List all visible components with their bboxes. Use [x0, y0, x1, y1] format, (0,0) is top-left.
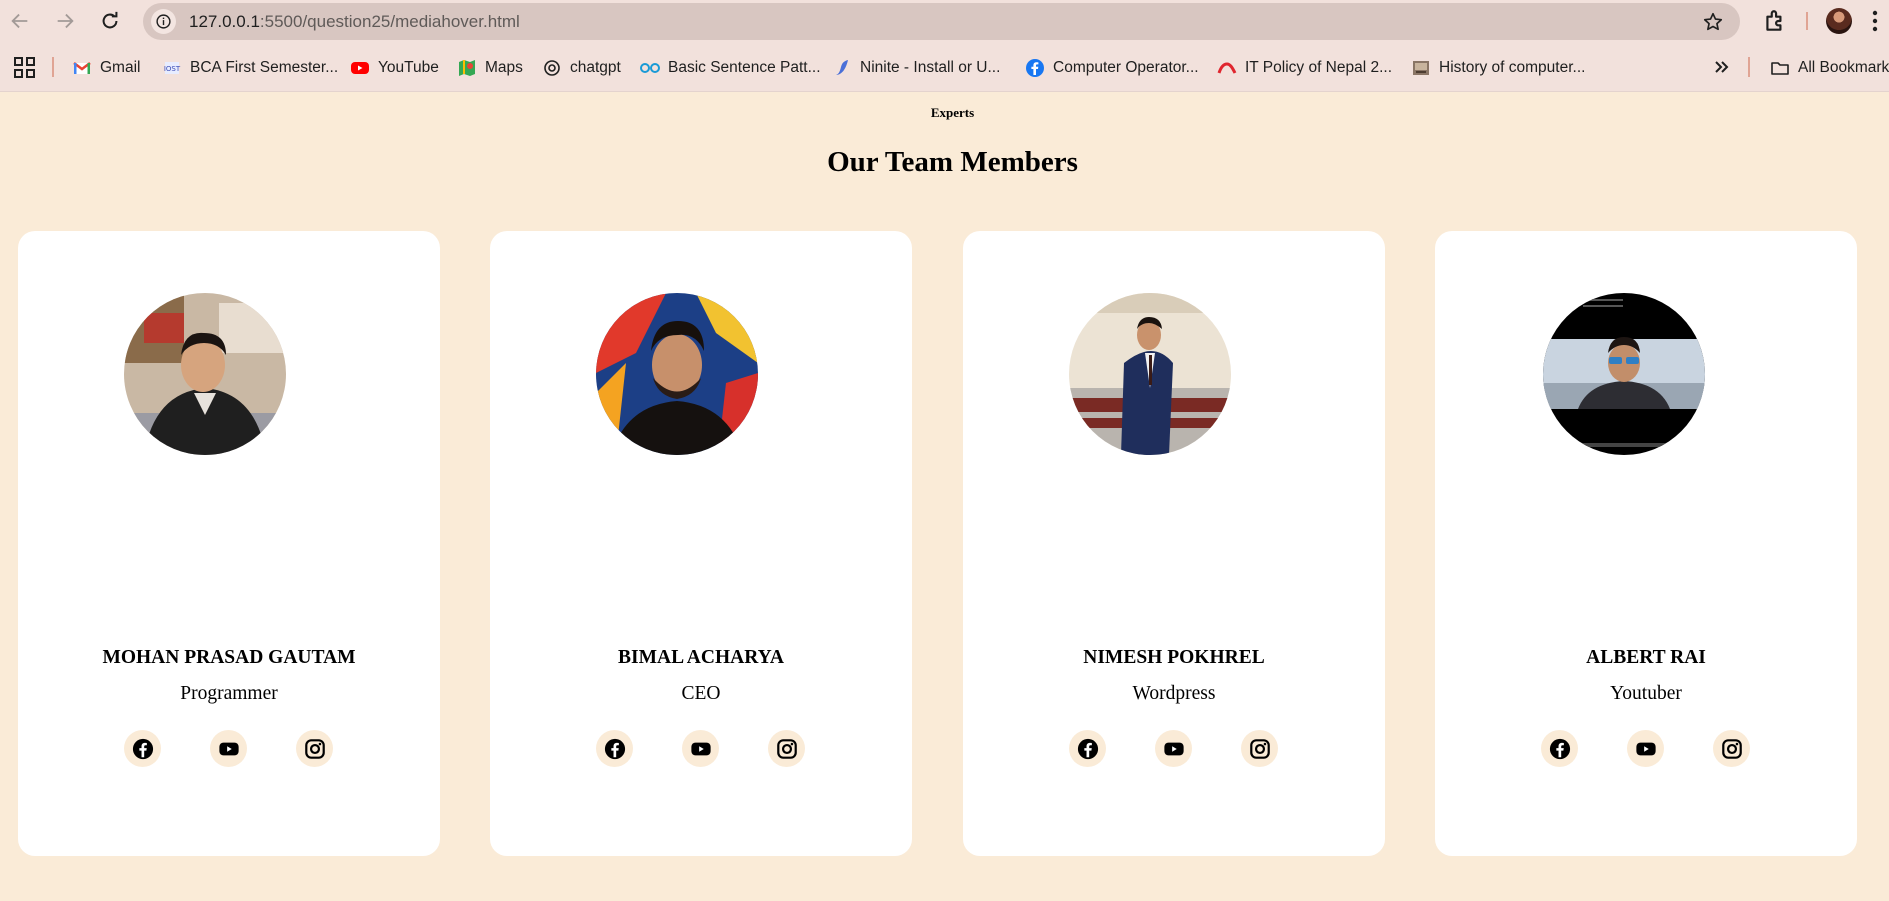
member-photo — [1069, 293, 1231, 455]
facebook-link[interactable] — [1069, 730, 1106, 767]
site-info-icon[interactable] — [151, 9, 176, 34]
extensions-icon[interactable] — [1762, 8, 1788, 34]
all-bookmarks-button[interactable]: All Bookmarks — [1770, 56, 1889, 80]
svg-text:IOST: IOST — [164, 65, 181, 73]
member-photo — [124, 293, 286, 455]
instagram-link[interactable] — [1713, 730, 1750, 767]
ninite-icon — [832, 58, 852, 78]
bookmark-label: YouTube — [378, 59, 439, 76]
youtube-icon — [1163, 742, 1184, 755]
forward-button[interactable] — [51, 7, 79, 35]
chatgpt-icon — [542, 58, 562, 78]
forward-arrow-icon — [57, 13, 74, 29]
browser-toolbar: 127.0.0.1:5500/question25/mediahover.htm… — [0, 0, 1889, 43]
bookmark-label: Computer Operator... — [1053, 59, 1199, 76]
history-icon — [1411, 58, 1431, 78]
bookmark-computer-operator[interactable]: Computer Operator... — [1025, 56, 1199, 80]
instagram-icon — [1721, 738, 1742, 759]
member-name: MOHAN PRASAD GAUTAM — [102, 647, 356, 668]
bookmark-label: IT Policy of Nepal 2... — [1245, 59, 1393, 76]
team-card[interactable]: NIMESH POKHREL Wordpress — [963, 231, 1385, 856]
toolbar-divider — [1806, 12, 1808, 30]
link-icon — [640, 58, 660, 78]
instagram-icon — [304, 738, 325, 759]
facebook-icon — [1077, 738, 1098, 759]
youtube-link[interactable] — [1627, 730, 1664, 767]
bookmark-label: Basic Sentence Patt... — [668, 59, 821, 76]
team-card[interactable]: MOHAN PRASAD GAUTAM Programmer — [18, 231, 440, 856]
it-policy-icon — [1217, 58, 1237, 78]
bookmark-ninite[interactable]: Ninite - Install or U... — [832, 56, 1000, 80]
url-host: 127.0.0.1 — [189, 12, 260, 31]
bookmark-label: Ninite - Install or U... — [860, 59, 1001, 76]
instagram-link[interactable] — [296, 730, 333, 767]
bookmarks-divider-2 — [1748, 57, 1750, 77]
facebook-icon — [1025, 58, 1045, 78]
instagram-link[interactable] — [768, 730, 805, 767]
facebook-icon — [1549, 738, 1570, 759]
youtube-link[interactable] — [210, 730, 247, 767]
bookmark-star-icon[interactable] — [1702, 11, 1724, 33]
bookmark-youtube[interactable]: YouTube — [350, 56, 439, 80]
bookmark-label: Gmail — [100, 59, 141, 76]
team-card[interactable]: BIMAL ACHARYA CEO — [490, 231, 912, 856]
bca-icon: IOST — [162, 58, 182, 78]
member-photo — [596, 293, 758, 455]
youtube-icon — [1635, 742, 1656, 755]
bookmark-maps[interactable]: Maps — [457, 56, 523, 80]
section-subtitle: Experts — [930, 105, 975, 120]
bookmark-sentence-patterns[interactable]: Basic Sentence Patt... — [640, 56, 821, 80]
facebook-link[interactable] — [124, 730, 161, 767]
member-role: Wordpress — [1132, 683, 1216, 704]
bookmark-it-policy[interactable]: IT Policy of Nepal 2... — [1217, 56, 1392, 80]
youtube-icon — [218, 742, 239, 755]
youtube-icon — [690, 742, 711, 755]
folder-icon — [1770, 58, 1790, 78]
youtube-link[interactable] — [1155, 730, 1192, 767]
more-menu-icon[interactable] — [1872, 10, 1878, 32]
bookmark-gmail[interactable]: Gmail — [72, 56, 140, 80]
bookmark-label: History of computer... — [1439, 59, 1586, 76]
address-bar[interactable]: 127.0.0.1:5500/question25/mediahover.htm… — [143, 3, 1740, 40]
instagram-link[interactable] — [1241, 730, 1278, 767]
back-arrow-icon — [11, 13, 28, 29]
team-card[interactable]: ALBERT RAI Youtuber — [1435, 231, 1857, 856]
bookmark-history-computer[interactable]: History of computer... — [1411, 56, 1585, 80]
member-role: Programmer — [180, 683, 278, 704]
member-name: NIMESH POKHREL — [1083, 647, 1265, 668]
bookmark-label: BCA First Semester... — [190, 59, 339, 76]
facebook-link[interactable] — [1541, 730, 1578, 767]
bookmarks-divider — [52, 57, 54, 77]
maps-icon — [457, 58, 477, 78]
instagram-icon — [1249, 738, 1270, 759]
facebook-icon — [132, 738, 153, 759]
bookmarks-bar: Gmail IOST BCA First Semester... YouTube… — [0, 43, 1889, 92]
instagram-icon — [776, 738, 797, 759]
member-photo — [1543, 293, 1705, 455]
bookmark-bca[interactable]: IOST BCA First Semester... — [162, 56, 338, 80]
facebook-icon — [604, 738, 625, 759]
youtube-icon — [350, 58, 370, 78]
youtube-link[interactable] — [682, 730, 719, 767]
url-path: :5500/question25/mediahover.html — [259, 12, 520, 31]
bookmark-label: Maps — [485, 59, 523, 76]
apps-grid-icon[interactable] — [14, 57, 35, 78]
gmail-icon — [72, 58, 92, 78]
page-title: Our Team Members — [827, 146, 1078, 178]
member-role: Youtuber — [1610, 683, 1682, 704]
reload-icon — [102, 11, 118, 29]
member-name: BIMAL ACHARYA — [618, 647, 784, 668]
url-text: 127.0.0.1:5500/question25/mediahover.htm… — [189, 12, 520, 32]
profile-avatar[interactable] — [1826, 8, 1852, 34]
member-role: CEO — [681, 683, 721, 704]
facebook-link[interactable] — [596, 730, 633, 767]
bookmark-label: All Bookmarks — [1798, 59, 1889, 76]
reload-button[interactable] — [96, 7, 124, 35]
back-button[interactable] — [6, 7, 34, 35]
bookmark-label: chatgpt — [570, 59, 621, 76]
bookmark-chatgpt[interactable]: chatgpt — [542, 56, 621, 80]
more-bookmarks-icon[interactable] — [1712, 57, 1732, 77]
member-name: ALBERT RAI — [1586, 647, 1706, 668]
